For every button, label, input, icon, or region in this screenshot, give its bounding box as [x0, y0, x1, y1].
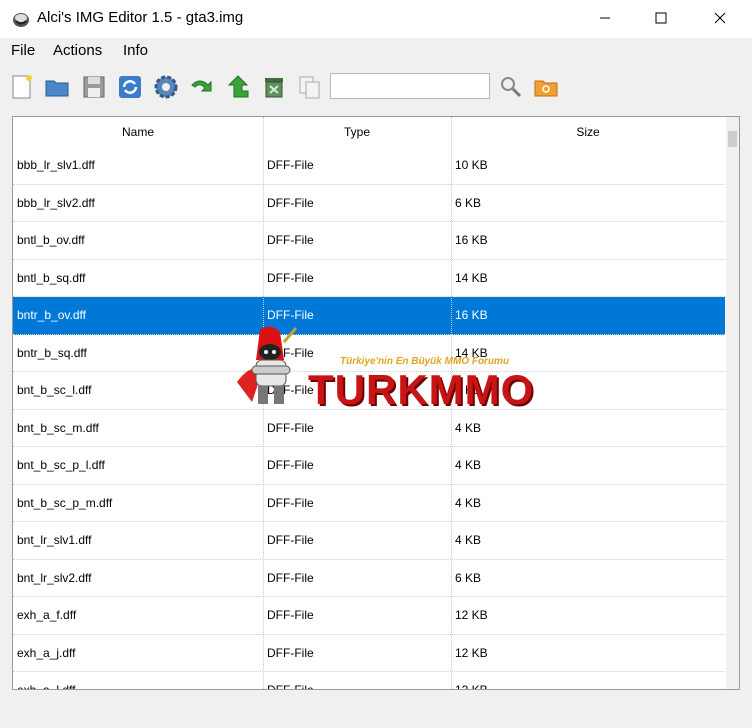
cell-size: 4 KB	[455, 420, 482, 435]
copy-icon[interactable]	[296, 73, 324, 101]
table-row[interactable]: bnt_b_sc_p_m.dff DFF-File 4 KB	[13, 485, 725, 522]
table-row[interactable]: bnt_b_sc_p_l.dff DFF-File 4 KB	[13, 447, 725, 485]
cell-name: bbb_lr_slv1.dff	[17, 158, 95, 172]
cell-size: 12 KB	[455, 645, 488, 660]
cell-size: 4 KB	[455, 495, 482, 510]
search-folder-icon[interactable]	[532, 73, 560, 101]
table-row[interactable]: bnt_lr_slv2.dff DFF-File 6 KB	[13, 560, 725, 597]
table-row[interactable]: bntr_b_ov.dff DFF-File 16 KB	[13, 297, 725, 335]
table-header: Name Type Size	[13, 117, 725, 147]
cell-name: exh_a_j.dff	[17, 645, 76, 660]
close-button[interactable]	[697, 0, 743, 36]
cell-name: bntr_b_sq.dff	[17, 345, 87, 360]
window-title: Alci's IMG Editor 1.5 - gta3.img	[37, 9, 244, 26]
cell-name: bntl_b_sq.dff	[17, 270, 86, 285]
delete-icon[interactable]	[260, 73, 288, 101]
cell-size: 14 KB	[455, 270, 488, 285]
cell-name: bntl_b_ov.dff	[17, 233, 85, 247]
cell-type: DFF-File	[267, 570, 314, 585]
table-row[interactable]: bbb_lr_slv1.dff DFF-File 10 KB	[13, 147, 725, 185]
import-arrow-icon[interactable]	[188, 73, 216, 101]
table-row[interactable]: bntr_b_sq.dff DFF-File 14 KB	[13, 335, 725, 372]
table-row[interactable]: bbb_lr_slv2.dff DFF-File 6 KB	[13, 185, 725, 222]
table-row[interactable]: exh_a_f.dff DFF-File 12 KB	[13, 597, 725, 635]
table-rows: bbb_lr_slv1.dff DFF-File 10 KB bbb_lr_slv2.…	[13, 147, 725, 690]
cell-name: bbb_lr_slv2.dff	[17, 195, 95, 210]
cell-type: DFF-File	[267, 158, 314, 172]
menu-info[interactable]: Info	[123, 42, 148, 59]
cell-name: exh_a_l.dff	[17, 683, 76, 690]
new-file-icon[interactable]	[8, 73, 36, 101]
cell-size: 12 KB	[455, 608, 488, 622]
minimize-icon	[600, 17, 610, 19]
gear-icon[interactable]	[152, 73, 180, 101]
column-divider	[451, 117, 452, 689]
cell-size: 4 KB	[455, 533, 482, 547]
table-row[interactable]: exh_a_j.dff DFF-File 12 KB	[13, 635, 725, 672]
cell-name: bnt_b_sc_p_m.dff	[17, 495, 113, 510]
cell-type: DFF-File	[267, 233, 314, 247]
cell-type: DFF-File	[267, 308, 314, 322]
cell-type: DFF-File	[267, 270, 314, 285]
table-row[interactable]: bnt_b_sc_m.dff DFF-File 4 KB	[13, 410, 725, 447]
cell-size: 6 KB	[455, 195, 482, 210]
open-folder-icon[interactable]	[43, 73, 71, 101]
menu-bar: File Actions Info	[0, 38, 752, 64]
search-input[interactable]	[330, 73, 490, 99]
close-icon	[714, 12, 726, 24]
table-row[interactable]: bnt_b_sc_l.dff DFF-File 4 KB	[13, 372, 725, 410]
table-row[interactable]: bntl_b_ov.dff DFF-File 16 KB	[13, 222, 725, 260]
column-header-type[interactable]: Type	[263, 117, 451, 147]
cell-type: DFF-File	[267, 683, 314, 690]
cell-size: 16 KB	[455, 233, 488, 247]
toolbar	[0, 64, 752, 110]
cell-size: 14 KB	[455, 345, 488, 360]
file-list-table[interactable]: Name Type Size bbb_lr_slv1.dff DFF-File 10…	[12, 116, 740, 690]
cell-type: DFF-File	[267, 383, 314, 397]
cell-size: 6 KB	[455, 570, 482, 585]
refresh-icon[interactable]	[116, 73, 144, 101]
scrollbar-thumb[interactable]	[728, 131, 737, 147]
cell-type: DFF-File	[267, 495, 314, 510]
cell-type: DFF-File	[267, 533, 314, 547]
title-bar: Alci's IMG Editor 1.5 - gta3.img	[0, 0, 752, 38]
cell-type: DFF-File	[267, 608, 314, 622]
cell-size: 16 KB	[455, 308, 488, 322]
cell-name: bnt_b_sc_l.dff	[17, 383, 92, 397]
maximize-icon	[655, 12, 667, 24]
cell-name: bnt_b_sc_p_l.dff	[17, 458, 105, 472]
column-header-size[interactable]: Size	[451, 117, 725, 147]
cell-type: DFF-File	[267, 195, 314, 210]
menu-file[interactable]: File	[11, 42, 35, 59]
cell-size: 4 KB	[455, 458, 482, 472]
cell-name: bnt_lr_slv2.dff	[17, 570, 92, 585]
table-row[interactable]: exh_a_l.dff DFF-File 12 KB	[13, 672, 725, 690]
cell-size: 4 KB	[455, 383, 482, 397]
menu-actions[interactable]: Actions	[53, 42, 102, 59]
app-icon	[13, 13, 29, 27]
column-header-name[interactable]: Name	[13, 117, 263, 147]
cell-size: 12 KB	[455, 683, 488, 690]
maximize-button[interactable]	[638, 0, 684, 36]
cell-type: DFF-File	[267, 458, 314, 472]
save-icon[interactable]	[80, 73, 108, 101]
table-row[interactable]: bnt_lr_slv1.dff DFF-File 4 KB	[13, 522, 725, 560]
cell-type: DFF-File	[267, 645, 314, 660]
column-divider	[263, 117, 264, 689]
search-icon[interactable]	[497, 73, 525, 101]
cell-name: bnt_b_sc_m.dff	[17, 420, 99, 435]
export-arrow-icon[interactable]	[224, 73, 252, 101]
cell-name: bnt_lr_slv1.dff	[17, 533, 92, 547]
cell-name: exh_a_f.dff	[17, 608, 77, 622]
cell-type: DFF-File	[267, 420, 314, 435]
cell-size: 10 KB	[455, 158, 488, 172]
minimize-button[interactable]	[582, 0, 628, 36]
cell-type: DFF-File	[267, 345, 314, 360]
cell-name: bntr_b_ov.dff	[17, 308, 86, 322]
vertical-scrollbar[interactable]	[726, 117, 739, 689]
table-row[interactable]: bntl_b_sq.dff DFF-File 14 KB	[13, 260, 725, 297]
